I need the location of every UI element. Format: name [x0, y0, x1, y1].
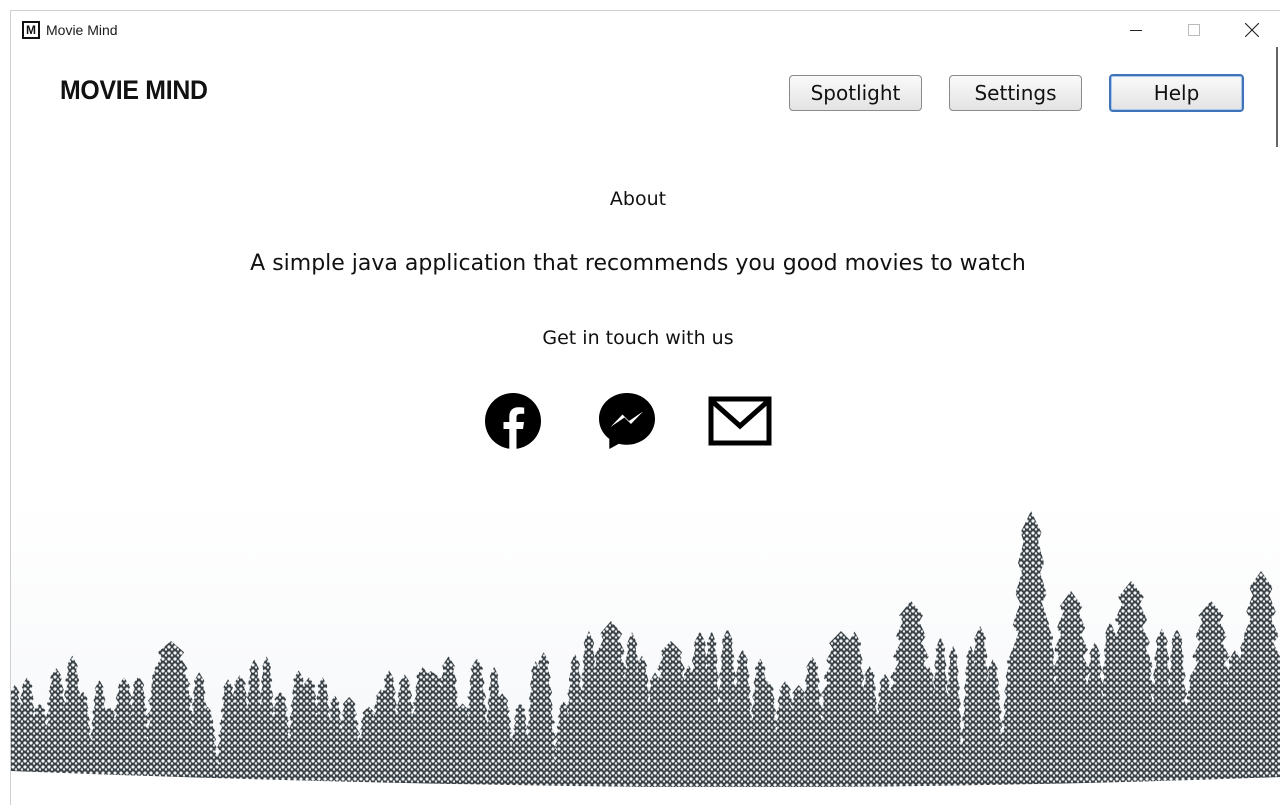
- messenger-link[interactable]: [595, 389, 659, 453]
- facebook-link[interactable]: [481, 389, 545, 453]
- mail-link[interactable]: [708, 389, 772, 453]
- messenger-icon: [599, 393, 655, 449]
- maximize-button[interactable]: [1165, 11, 1223, 49]
- window-controls: [1107, 11, 1280, 49]
- mail-icon: [708, 396, 772, 446]
- app-icon: M: [22, 21, 40, 39]
- brand-title: MOVIE MIND: [60, 75, 208, 105]
- contact-heading: Get in touch with us: [542, 327, 734, 349]
- facebook-icon: [485, 393, 541, 449]
- minimize-button[interactable]: [1107, 11, 1165, 49]
- vertical-scrollbar[interactable]: [1276, 47, 1278, 147]
- close-icon: [1245, 23, 1259, 37]
- snowy-forest-illustration: [11, 501, 1280, 805]
- close-button[interactable]: [1223, 11, 1280, 49]
- app-window: M Movie Mind MOVIE MIND Spotlight Settin…: [10, 10, 1280, 805]
- window-title: Movie Mind: [46, 22, 118, 38]
- maximize-icon: [1188, 24, 1200, 36]
- about-heading: About: [609, 188, 667, 210]
- help-button[interactable]: Help: [1109, 74, 1244, 112]
- app-tagline: A simple java application that recommend…: [250, 251, 1026, 276]
- minimize-icon: [1130, 30, 1142, 31]
- settings-button[interactable]: Settings: [949, 75, 1082, 111]
- spotlight-button[interactable]: Spotlight: [789, 75, 922, 111]
- title-bar[interactable]: M Movie Mind: [11, 11, 1280, 49]
